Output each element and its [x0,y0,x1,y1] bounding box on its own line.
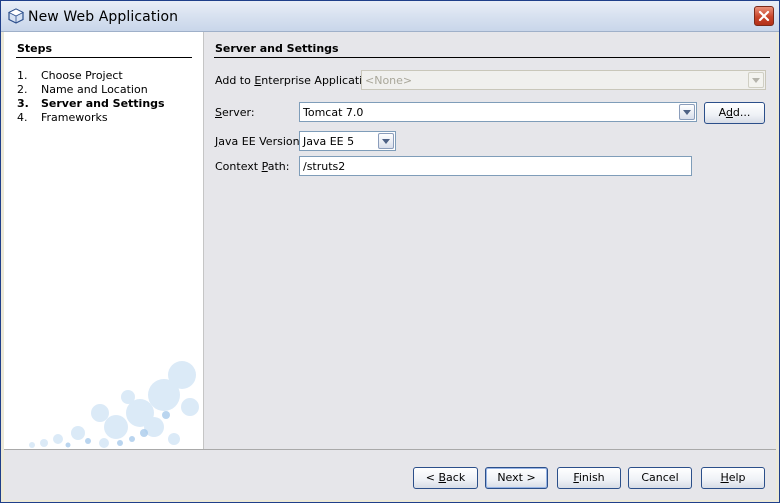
java-ee-version-label: Java EE Version: [215,135,303,148]
label-suffix: inish [578,471,605,484]
step-label: Server and Settings [41,97,165,110]
select-value: Java EE 5 [303,135,355,148]
step-label: Choose Project [41,69,123,82]
chevron-down-icon [752,78,760,83]
label-suffix: ath: [267,160,290,173]
dropdown-arrow[interactable] [378,133,394,149]
section-title: Server and Settings [215,42,339,55]
decorative-bubbles-image [29,361,199,448]
title-bar[interactable]: New Web Application [1,1,779,32]
label-suffix: erver: [221,106,255,119]
close-icon [758,10,770,22]
steps-divider [16,57,192,58]
server-label: Server: [215,106,255,119]
step-number: 3. [17,97,29,110]
chevron-down-icon [382,139,390,144]
step-item-server-and-settings: 3. Server and Settings [17,97,165,111]
mnemonic: H [720,471,729,484]
dropdown-arrow [748,72,764,88]
mnemonic: d [725,106,733,119]
context-path-label: Context Path: [215,160,289,173]
label-suffix: ava EE Version: [218,135,304,148]
cancel-button[interactable]: Cancel [628,467,692,489]
step-item-name-and-location: 2. Name and Location [17,83,165,97]
steps-panel: Steps 1. Choose Project 2. Name and Locati… [4,32,204,449]
steps-title: Steps [17,42,53,55]
step-label: Name and Location [41,83,148,96]
dialog-window: New Web Application Steps 1. Choose Proje… [0,0,780,503]
label-suffix: elp [728,471,746,484]
next-button[interactable]: Next > [485,467,548,489]
step-label: Frameworks [41,111,108,124]
label-suffix: d... [732,106,751,119]
step-item-choose-project: 1. Choose Project [17,69,165,83]
label-prefix: Context [215,160,262,173]
server-select[interactable]: Tomcat 7.0 [299,102,697,122]
step-item-frameworks: 4. Frameworks [17,111,165,125]
mnemonic: S [215,106,222,119]
add-server-button[interactable]: Add... [704,102,765,124]
finish-button[interactable]: Finish [557,467,621,489]
back-button[interactable]: < Back [413,467,478,489]
label-suffix: ack [446,471,466,484]
enterprise-application-label: Add to Enterprise Application: [215,74,380,87]
netbeans-cube-icon [8,8,24,24]
dropdown-arrow[interactable] [679,104,695,120]
label-prefix: Add to [215,74,255,87]
settings-panel: Server and Settings Add to Enterprise Ap… [204,32,776,449]
label-prefix: < [425,471,439,484]
window-title: New Web Application [28,9,179,25]
close-button[interactable] [754,6,774,26]
select-value: <None> [365,74,413,87]
step-number: 2. [17,83,28,96]
steps-list: 1. Choose Project 2. Name and Location 3. S… [17,69,165,125]
context-path-input[interactable] [299,156,692,176]
label-prefix: A [718,106,726,119]
chevron-down-icon [683,110,691,115]
help-button[interactable]: Help [701,467,765,489]
button-bar: < Back Next > Finish Cancel Help [4,449,776,500]
mnemonic: B [438,471,447,484]
java-ee-version-select[interactable]: Java EE 5 [299,131,396,151]
enterprise-application-select[interactable]: <None> [361,70,766,90]
section-divider [214,57,770,58]
step-number: 4. [17,111,28,124]
step-number: 1. [17,69,28,82]
select-value: Tomcat 7.0 [303,106,364,119]
